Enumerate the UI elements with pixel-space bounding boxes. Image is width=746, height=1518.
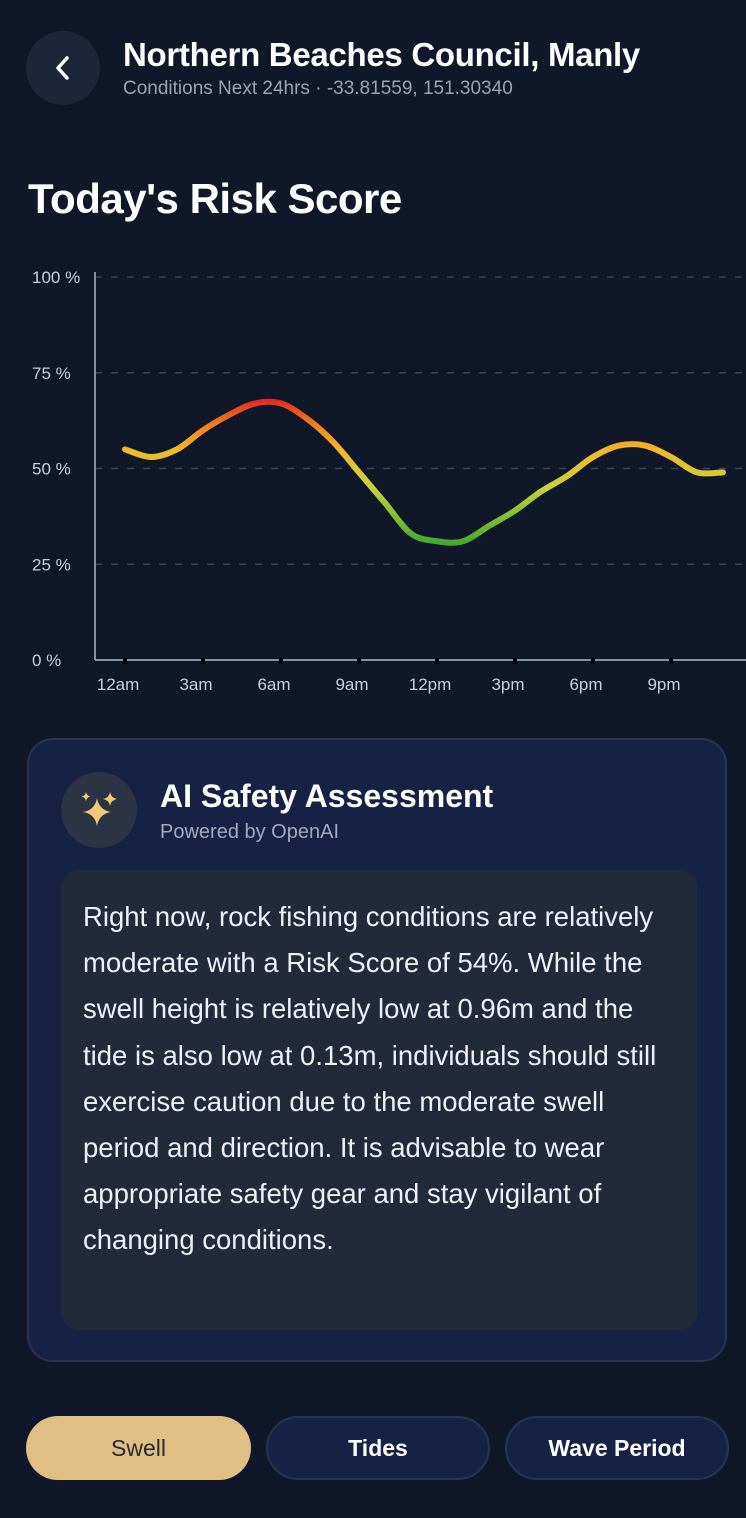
chevron-left-icon — [56, 56, 69, 80]
y-tick-label: 75 % — [32, 364, 71, 383]
page-subtitle: Conditions Next 24hrs · -33.81559, 151.3… — [123, 78, 513, 99]
page-title: Northern Beaches Council, Manly — [123, 36, 640, 73]
x-tick-label: 3pm — [491, 675, 524, 694]
assessment-text: Right now, rock fishing conditions are r… — [61, 870, 697, 1330]
risk-score-chart: 100 % 75 % 50 % 25 % 0 % 12am 3am 6am 9am 12pm 3p… — [32, 268, 746, 694]
x-tick-label: 9am — [335, 675, 368, 694]
tab-swell[interactable]: Swell — [26, 1416, 251, 1480]
x-tick-label: 6pm — [569, 675, 602, 694]
back-button[interactable] — [26, 31, 100, 105]
y-tick-label: 100 % — [32, 268, 80, 287]
y-tick-label: 50 % — [32, 460, 71, 479]
x-tick-label: 9pm — [647, 675, 680, 694]
tab-wave-period[interactable]: Wave Period — [505, 1416, 729, 1480]
tab-tides[interactable]: Tides — [266, 1416, 490, 1480]
x-tick-label: 12am — [97, 675, 140, 694]
x-tick-label: 6am — [257, 675, 290, 694]
ai-safety-assessment-card: AI Safety Assessment Powered by OpenAI R… — [27, 738, 727, 1362]
risk-score-heading: Today's Risk Score — [28, 175, 402, 222]
assessment-title: AI Safety Assessment — [160, 778, 494, 814]
y-tick-label: 25 % — [32, 555, 71, 574]
x-tick-label: 12pm — [409, 675, 452, 694]
assessment-subtitle: Powered by OpenAI — [160, 821, 339, 843]
sparkles-icon — [61, 772, 137, 848]
y-tick-label: 0 % — [32, 651, 61, 670]
x-tick-label: 3am — [179, 675, 212, 694]
risk-score-line — [122, 398, 726, 546]
risk-score-screen: Northern Beaches Council, Manly Conditio… — [0, 0, 746, 1518]
